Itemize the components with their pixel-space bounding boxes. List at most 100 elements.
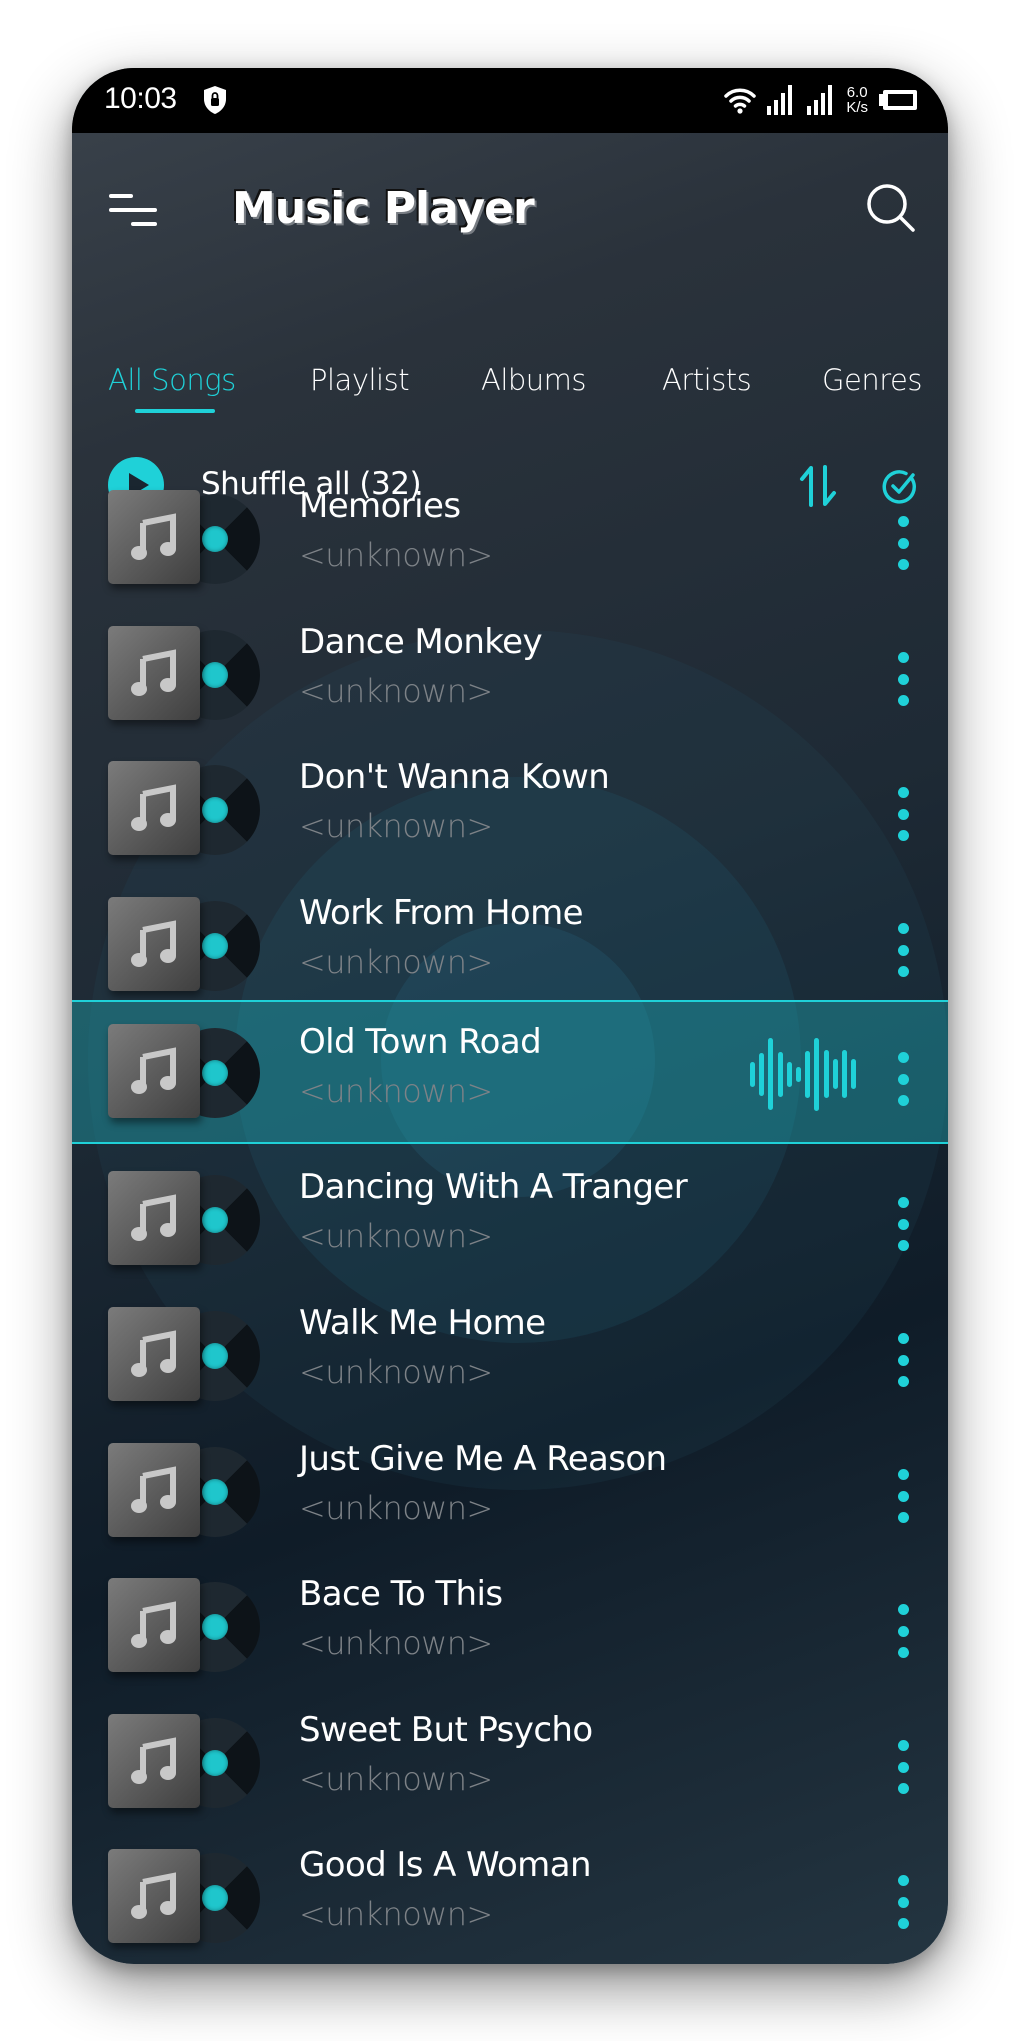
more-options-icon[interactable] [887, 775, 921, 845]
tab-genres[interactable]: Genres [822, 363, 922, 397]
more-options-icon[interactable] [887, 1185, 921, 1255]
song-artist: <unknown> [299, 807, 493, 845]
network-speed-unit: K/s [846, 99, 868, 116]
search-icon[interactable] [864, 181, 918, 235]
album-art [108, 761, 278, 861]
album-cover [108, 1171, 200, 1265]
album-art [108, 1024, 278, 1124]
waveform-bar [851, 1059, 857, 1089]
song-artist: <unknown> [299, 1895, 493, 1933]
disc-label [202, 1060, 228, 1086]
network-speed-value: 6.0 [846, 84, 868, 101]
album-cover [108, 1578, 200, 1672]
disc-label [202, 1479, 228, 1505]
vpn-shield-icon [204, 86, 226, 114]
status-bar: 10:03 6.0 K/s [72, 68, 948, 133]
waveform-bar [786, 1061, 792, 1087]
song-artist: <unknown> [299, 1353, 493, 1391]
app-bar: Music Player [72, 133, 948, 283]
song-row[interactable]: Dance Monkey <unknown> [72, 606, 948, 742]
album-cover [108, 1024, 200, 1118]
disc-label [202, 526, 228, 552]
status-icons: 6.0 K/s [724, 80, 918, 120]
album-art [108, 490, 278, 590]
album-cover [108, 626, 200, 720]
song-artist: <unknown> [299, 672, 493, 710]
song-row[interactable]: Just Give Me A Reason <unknown> [72, 1423, 948, 1559]
music-note-icon [131, 1737, 176, 1784]
hamburger-menu-icon[interactable] [108, 192, 160, 228]
song-artist: <unknown> [299, 1624, 493, 1662]
song-row[interactable]: Don't Wanna Kown <unknown> [72, 741, 948, 877]
song-title: Work From Home [299, 893, 584, 933]
more-options-icon[interactable] [887, 640, 921, 710]
disc-label [202, 1885, 228, 1911]
more-options-icon[interactable] [887, 1321, 921, 1391]
song-row[interactable]: Bace To This <unknown> [72, 1558, 948, 1694]
music-note-icon [131, 1601, 176, 1648]
album-cover [108, 1714, 200, 1808]
song-title: Dance Monkey [299, 622, 543, 662]
waveform-bar [796, 1066, 801, 1082]
more-options-icon[interactable] [887, 1863, 921, 1933]
song-artist: <unknown> [299, 1489, 493, 1527]
music-note-icon [131, 513, 176, 560]
waveform-bar [823, 1050, 829, 1098]
song-row[interactable]: Sweet But Psycho <unknown> [72, 1694, 948, 1830]
waveform-bar [832, 1059, 838, 1089]
now-playing-waveform-icon [750, 1034, 857, 1114]
wifi-icon [724, 88, 757, 114]
tab-artists[interactable]: Artists [662, 363, 752, 397]
song-artist: <unknown> [299, 943, 493, 981]
disc-label [202, 1207, 228, 1233]
song-row-now-playing[interactable]: Old Town Road <unknown> [72, 1000, 948, 1144]
more-options-icon[interactable] [887, 504, 921, 574]
song-title: Don't Wanna Kown [299, 757, 610, 797]
song-title: Walk Me Home [299, 1303, 546, 1343]
disc-label [202, 1750, 228, 1776]
music-note-icon [131, 1047, 176, 1094]
music-note-icon [131, 1872, 176, 1919]
category-tabs: All Songs Playlist Albums Artists Genres [72, 353, 948, 423]
song-title: Old Town Road [299, 1022, 542, 1062]
song-row[interactable]: Memories <unknown> [72, 470, 948, 606]
disc-label [202, 1343, 228, 1369]
more-options-icon[interactable] [887, 1728, 921, 1798]
app-title: Music Player [232, 183, 535, 234]
music-note-icon [131, 1194, 176, 1241]
network-speed: 6.0 K/s [846, 85, 868, 115]
waveform-bar [842, 1050, 847, 1098]
song-artist: <unknown> [299, 1072, 493, 1110]
album-art [108, 897, 278, 997]
more-options-icon[interactable] [887, 911, 921, 981]
song-row[interactable]: Work From Home <unknown> [72, 877, 948, 1013]
album-art [108, 626, 278, 726]
album-cover [108, 1443, 200, 1537]
tab-playlist[interactable]: Playlist [310, 363, 410, 397]
waveform-bar [750, 1061, 755, 1087]
song-row[interactable]: Dancing With A Tranger <unknown> [72, 1151, 948, 1287]
album-art [108, 1578, 278, 1678]
more-options-icon[interactable] [887, 1457, 921, 1527]
song-row[interactable]: Walk Me Home <unknown> [72, 1287, 948, 1423]
album-cover [108, 1849, 200, 1943]
album-art [108, 1714, 278, 1814]
tab-albums[interactable]: Albums [481, 363, 587, 397]
tab-all-songs[interactable]: All Songs [108, 363, 236, 397]
song-title: Good Is A Woman [299, 1845, 591, 1885]
song-title: Sweet But Psycho [299, 1710, 593, 1750]
waveform-bar [777, 1051, 783, 1097]
waveform-bar [814, 1037, 820, 1111]
album-cover [108, 490, 200, 584]
more-options-icon[interactable] [887, 1592, 921, 1662]
album-art [108, 1443, 278, 1543]
more-options-icon[interactable] [887, 1040, 921, 1110]
music-note-icon [131, 649, 176, 696]
disc-label [202, 1614, 228, 1640]
song-row[interactable]: Good Is A Woman <unknown> [72, 1829, 948, 1964]
active-tab-indicator [135, 409, 215, 413]
music-note-icon [131, 784, 176, 831]
waveform-bar [759, 1052, 765, 1096]
waveform-bar [805, 1050, 811, 1098]
song-title: Memories [299, 486, 461, 526]
